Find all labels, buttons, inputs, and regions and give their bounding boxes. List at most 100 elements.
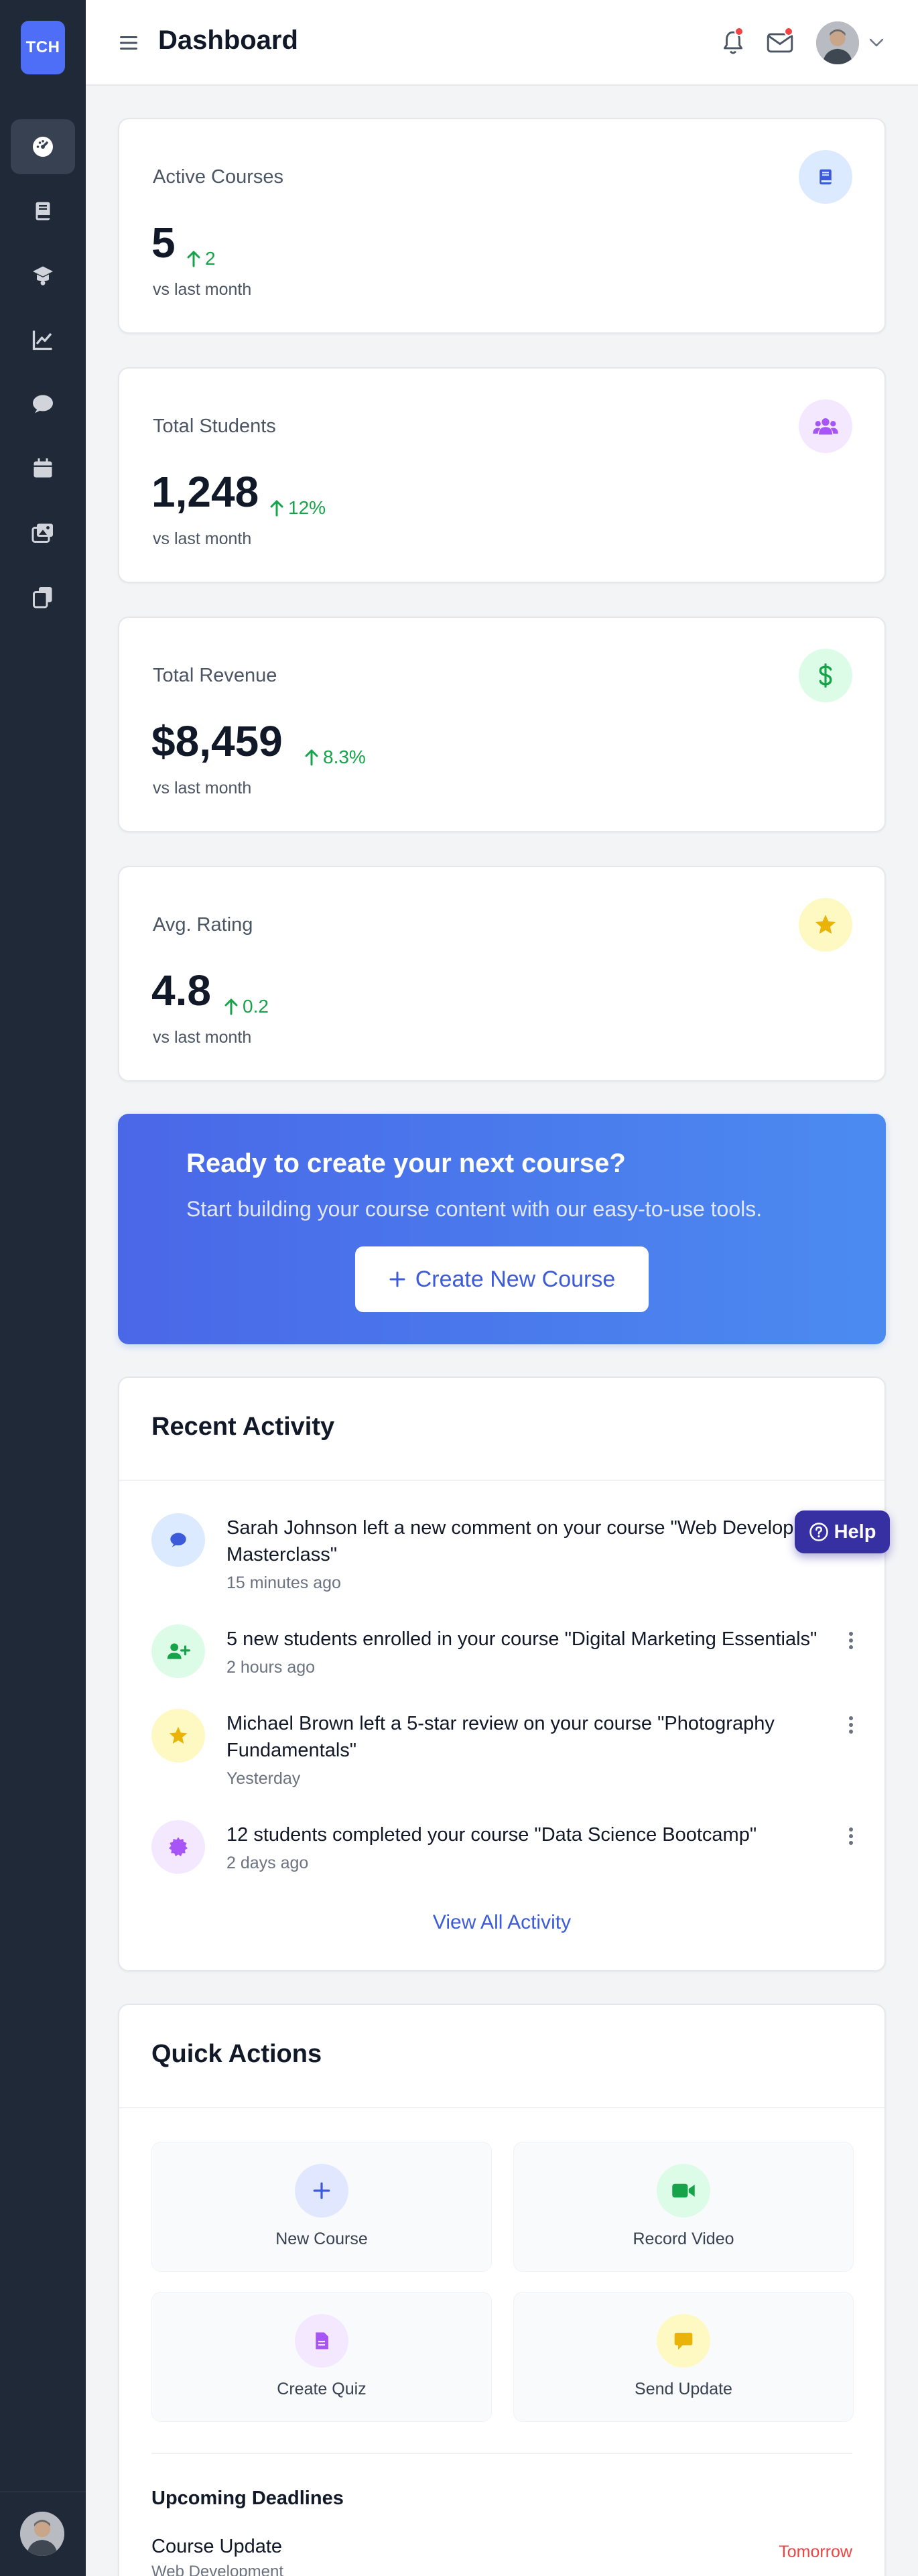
stat-sublabel: vs last month bbox=[153, 280, 252, 299]
user-avatar-image bbox=[20, 2512, 64, 2556]
activity-text: 12 students completed your course "Data … bbox=[226, 1824, 757, 1846]
question-circle-icon bbox=[809, 1523, 828, 1541]
activity-time: 2 hours ago bbox=[226, 1658, 316, 1677]
quick-action-create-quiz[interactable]: Create Quiz bbox=[151, 2292, 492, 2422]
quick-action-icon-wrap bbox=[295, 2164, 348, 2217]
sidebar-item-media[interactable] bbox=[11, 505, 75, 560]
create-new-course-button[interactable]: Create New Course bbox=[355, 1246, 649, 1312]
create-course-banner: Ready to create your next course? Start … bbox=[118, 1114, 886, 1344]
chevron-down-icon bbox=[869, 38, 884, 47]
calendar-icon bbox=[34, 458, 52, 478]
arrow-up-icon bbox=[224, 999, 238, 1015]
book-icon bbox=[36, 202, 50, 220]
sidebar-item-students[interactable] bbox=[11, 248, 75, 303]
stat-card-avg-rating: Avg. Rating 4.8 0.2 vs last month bbox=[118, 866, 886, 1082]
stat-card-total-students: Total Students 1,248 12% vs last month bbox=[118, 367, 886, 583]
dashboard-gauge-icon bbox=[33, 137, 53, 157]
star-icon bbox=[169, 1726, 188, 1744]
sidebar-item-dashboard[interactable] bbox=[11, 119, 75, 174]
user-plus-icon bbox=[167, 1643, 190, 1659]
sidebar-avatar[interactable] bbox=[20, 2512, 64, 2556]
plus-icon bbox=[313, 2182, 330, 2199]
activity-icon-wrap bbox=[151, 1624, 205, 1678]
sidebar-item-analytics[interactable] bbox=[11, 312, 75, 367]
more-options-button[interactable] bbox=[843, 1627, 859, 1654]
sidebar-item-documents[interactable] bbox=[11, 570, 75, 625]
stat-label: Active Courses bbox=[153, 166, 284, 188]
section-title: Quick Actions bbox=[151, 2040, 322, 2068]
stat-card-total-revenue: Total Revenue $8,459 8.3% vs last month bbox=[118, 617, 886, 832]
kebab-menu-icon bbox=[849, 1827, 853, 1845]
deadline-name[interactable]: Course Update bbox=[151, 2536, 282, 2558]
stat-value: $8,459 bbox=[151, 717, 283, 765]
quick-action-label: Record Video bbox=[633, 2230, 734, 2248]
quick-action-new-course[interactable]: New Course bbox=[151, 2142, 492, 2272]
graduation-cap-icon bbox=[33, 266, 53, 285]
menu-toggle-button[interactable] bbox=[115, 29, 142, 56]
stat-value: 1,248 bbox=[151, 468, 259, 516]
deadline-course: Web Development bbox=[151, 2563, 283, 2576]
users-icon bbox=[813, 418, 838, 435]
video-icon bbox=[672, 2183, 695, 2198]
notifications-button[interactable] bbox=[716, 25, 750, 60]
section-divider bbox=[119, 2107, 884, 2108]
activity-icon-wrap bbox=[151, 1709, 205, 1762]
stat-change-value: 8.3% bbox=[323, 747, 366, 767]
stat-icon-wrap bbox=[799, 150, 852, 204]
messages-button[interactable] bbox=[763, 25, 797, 60]
view-all-activity-link[interactable]: View All Activity bbox=[119, 1911, 884, 1934]
activity-text: 5 new students enrolled in your course "… bbox=[226, 1628, 817, 1650]
user-menu-toggle[interactable] bbox=[867, 34, 886, 52]
certificate-icon bbox=[169, 1837, 188, 1856]
banner-subtitle: Start building your course content with … bbox=[186, 1197, 763, 1221]
activity-text: Michael Brown left a 5-star review on yo… bbox=[226, 1713, 775, 1761]
upcoming-deadlines-title: Upcoming Deadlines bbox=[151, 2488, 344, 2509]
activity-time: Yesterday bbox=[226, 1769, 301, 1788]
stat-label: Avg. Rating bbox=[153, 914, 253, 936]
section-divider bbox=[119, 1480, 884, 1481]
stat-change-value: 0.2 bbox=[243, 996, 269, 1017]
quick-action-send-update[interactable]: Send Update bbox=[513, 2292, 854, 2422]
sidebar: TCH bbox=[0, 0, 86, 2576]
stat-value: 4.8 bbox=[151, 966, 211, 1015]
app-logo[interactable]: TCH bbox=[21, 21, 65, 74]
more-options-button[interactable] bbox=[843, 1712, 859, 1738]
hamburger-icon bbox=[120, 36, 137, 50]
stat-card-active-courses: Active Courses 5 2 vs last month bbox=[118, 118, 886, 334]
help-button[interactable]: Help bbox=[795, 1510, 890, 1553]
book-icon bbox=[819, 169, 832, 185]
message-badge bbox=[784, 27, 793, 36]
stat-label: Total Students bbox=[153, 415, 276, 437]
plus-icon bbox=[389, 1271, 405, 1287]
copy-icon bbox=[33, 587, 52, 608]
banner-title: Ready to create your next course? bbox=[186, 1149, 626, 1178]
stat-sublabel: vs last month bbox=[153, 1028, 252, 1047]
sidebar-item-calendar[interactable] bbox=[11, 441, 75, 496]
stat-change: 12% bbox=[269, 497, 326, 519]
stat-icon-wrap bbox=[799, 649, 852, 702]
stat-sublabel: vs last month bbox=[153, 779, 252, 797]
quick-action-record-video[interactable]: Record Video bbox=[513, 2142, 854, 2272]
activity-icon-wrap bbox=[151, 1820, 205, 1874]
activity-icon-wrap bbox=[151, 1513, 205, 1567]
quick-actions-card: Quick Actions New Course Record Video Cr… bbox=[118, 2004, 886, 2576]
sidebar-item-courses[interactable] bbox=[11, 184, 75, 239]
sidebar-item-messages[interactable] bbox=[11, 377, 75, 432]
more-options-button[interactable] bbox=[843, 1823, 859, 1850]
quick-action-label: Send Update bbox=[635, 2380, 732, 2398]
notification-badge bbox=[734, 27, 744, 36]
activity-time: 2 days ago bbox=[226, 1854, 309, 1872]
kebab-menu-icon bbox=[849, 1716, 853, 1734]
stat-change: 2 bbox=[186, 248, 216, 269]
images-icon bbox=[31, 523, 53, 543]
comment-icon bbox=[33, 395, 53, 413]
chart-line-icon bbox=[32, 330, 52, 350]
user-avatar[interactable] bbox=[816, 21, 859, 64]
stat-change: 0.2 bbox=[224, 996, 269, 1017]
quick-action-icon-wrap bbox=[657, 2164, 710, 2217]
file-icon bbox=[316, 2332, 328, 2349]
arrow-up-icon bbox=[187, 251, 200, 267]
user-avatar-image bbox=[816, 21, 859, 64]
help-label: Help bbox=[834, 1521, 876, 1543]
stat-change-value: 12% bbox=[288, 497, 326, 518]
